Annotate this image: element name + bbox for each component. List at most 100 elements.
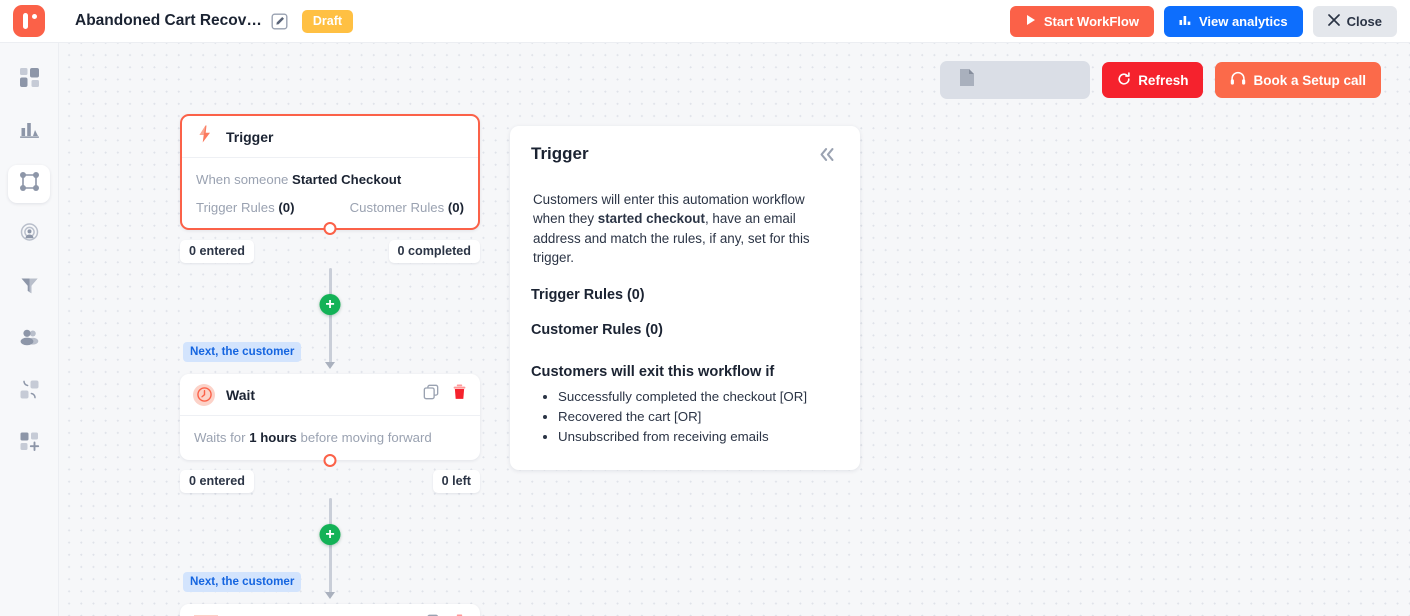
wait-node-title: Wait: [226, 386, 256, 403]
trigger-rules-row: Trigger Rules (0) Customer Rules (0): [196, 200, 464, 215]
users-icon: [19, 327, 40, 353]
sidebar-item-subscribers[interactable]: [8, 321, 50, 359]
sidebar-item-integrations[interactable]: [8, 373, 50, 411]
view-analytics-label: View analytics: [1198, 13, 1288, 29]
connector-wait-to-email: +: [180, 498, 480, 571]
list-item: Unsubscribed from receiving emails: [558, 427, 839, 446]
wait-stat-left: 0 left: [432, 470, 480, 494]
sidebar-item-analytics[interactable]: [8, 113, 50, 151]
book-setup-call-button[interactable]: Book a Setup call: [1215, 62, 1381, 98]
detail-trigger-rules-count: (0): [626, 286, 645, 303]
connector-line: [329, 338, 332, 365]
wait-description: Waits for 1 hours before moving forward: [194, 428, 466, 447]
customer-rules-label: Customer Rules: [349, 200, 445, 216]
plus-icon: +: [325, 525, 335, 543]
trigger-detail-panel: Trigger Customers will enter this automa…: [510, 126, 860, 470]
wait-duration: 1 hours: [249, 430, 297, 446]
trigger-node-body: When someone Started Checkout Trigger Ru…: [182, 158, 478, 228]
grid-dashboard-icon: [19, 67, 40, 93]
close-label: Close: [1346, 13, 1382, 29]
exit-conditions-title: Customers will exit this workflow if: [531, 363, 775, 380]
sidebar-item-apps[interactable]: [8, 425, 50, 463]
connector-trigger-to-wait: +: [180, 268, 480, 341]
trigger-rules-label: Trigger Rules: [196, 200, 275, 216]
sync-blocks-icon: [19, 379, 40, 405]
plus-icon: +: [325, 295, 335, 313]
detail-trigger-rules[interactable]: Trigger Rules (0): [531, 287, 839, 303]
next-step-label: Next, the customer: [183, 342, 302, 363]
connector-arrow-icon: [325, 362, 335, 370]
view-analytics-button[interactable]: View analytics: [1163, 5, 1303, 37]
add-step-button[interactable]: +: [319, 524, 341, 546]
list-item: Recovered the cart [OR]: [558, 407, 839, 426]
start-workflow-label: Start WorkFlow: [1043, 13, 1139, 29]
detail-panel-header: Trigger: [531, 144, 839, 170]
detail-trigger-rules-label: Trigger Rules: [531, 286, 623, 303]
detail-desc-bold: started checkout: [597, 211, 705, 227]
wait-stat-entered: 0 entered: [180, 470, 254, 494]
close-button[interactable]: Close: [1312, 5, 1397, 37]
detail-panel-title: Trigger: [531, 144, 589, 163]
top-header: Abandoned Cart Recov… Draft Start WorkFl…: [0, 0, 1410, 43]
trigger-node-title: Trigger: [226, 128, 274, 145]
list-item: Successfully completed the checkout [OR]: [558, 387, 839, 406]
close-icon: [1327, 13, 1340, 29]
edit-pencil-icon[interactable]: [271, 13, 288, 30]
chevron-double-left-icon[interactable]: [815, 144, 839, 170]
sidebar-item-dashboard[interactable]: [8, 61, 50, 99]
refresh-icon: [1117, 71, 1131, 89]
wait-node-actions: [423, 384, 467, 405]
detail-customer-rules[interactable]: Customer Rules (0): [531, 322, 839, 338]
exit-conditions-list: Successfully completed the checkout [OR]…: [531, 387, 839, 447]
workflow-canvas[interactable]: Refresh Book a Setup call Trigger When s…: [59, 43, 1410, 616]
logo-bar-shape: [23, 13, 28, 29]
add-step-button[interactable]: +: [319, 294, 341, 316]
add-apps-icon: [19, 431, 40, 457]
detail-panel-description: Customers will enter this automation wor…: [533, 190, 833, 268]
trigger-condition-prefix: When someone: [196, 172, 289, 187]
header-actions: Start WorkFlow View analytics Close: [1009, 5, 1397, 37]
trigger-node-header: Trigger: [182, 116, 478, 158]
workflow-title: Abandoned Cart Recov…: [75, 12, 262, 29]
trigger-rules-item[interactable]: Trigger Rules (0): [196, 200, 294, 215]
bar-chart-icon: [1179, 14, 1192, 29]
wait-node[interactable]: Wait Waits for 1 hours before moving for…: [180, 374, 480, 468]
workflow-nodes-icon: [19, 171, 40, 197]
customer-rules-count: (0): [447, 200, 464, 216]
trigger-stat-completed: 0 completed: [388, 240, 480, 264]
bar-chart-icon: [19, 119, 40, 145]
trigger-rules-count: (0): [278, 200, 295, 216]
wait-prefix: Waits for: [194, 430, 246, 446]
detail-customer-rules-count: (0): [645, 321, 663, 338]
broadcast-signal-icon: [19, 223, 40, 249]
canvas-toolbar: Refresh Book a Setup call: [940, 61, 1381, 99]
loading-placeholder: [940, 61, 1091, 99]
document-icon: [959, 68, 975, 92]
workflow-node-list: Trigger When someone Started Checkout Tr…: [180, 114, 480, 616]
sidebar-item-campaigns[interactable]: [8, 217, 50, 255]
clock-icon: [193, 383, 215, 406]
pushowl-logo[interactable]: [13, 5, 45, 37]
next-step-label-wrap-email: Next, the customer: [180, 568, 480, 604]
trigger-condition-event: Started Checkout: [292, 172, 402, 187]
trash-icon[interactable]: [452, 384, 467, 405]
status-badge: Draft: [301, 9, 354, 33]
sidebar-item-workflows[interactable]: [8, 165, 50, 203]
sidebar-item-segments[interactable]: [8, 269, 50, 307]
trigger-stats: 0 entered 0 completed: [180, 240, 480, 268]
email-node[interactable]: Receives an email: [180, 604, 480, 616]
duplicate-icon[interactable]: [423, 384, 439, 405]
customer-rules-item[interactable]: Customer Rules (0): [350, 200, 464, 215]
connector-arrow-icon: [325, 592, 335, 600]
start-workflow-button[interactable]: Start WorkFlow: [1009, 5, 1154, 37]
trigger-node[interactable]: Trigger When someone Started Checkout Tr…: [180, 114, 480, 236]
funnel-filter-icon: [19, 275, 40, 301]
trigger-output-port[interactable]: [323, 222, 337, 236]
detail-customer-rules-label: Customer Rules: [531, 321, 642, 338]
next-step-label-wrap-wait: Next, the customer: [180, 338, 480, 374]
trigger-condition: When someone Started Checkout: [196, 170, 464, 189]
wait-output-port[interactable]: [323, 454, 337, 468]
play-icon: [1025, 14, 1037, 29]
refresh-button[interactable]: Refresh: [1102, 62, 1204, 98]
left-sidebar: [0, 43, 59, 616]
